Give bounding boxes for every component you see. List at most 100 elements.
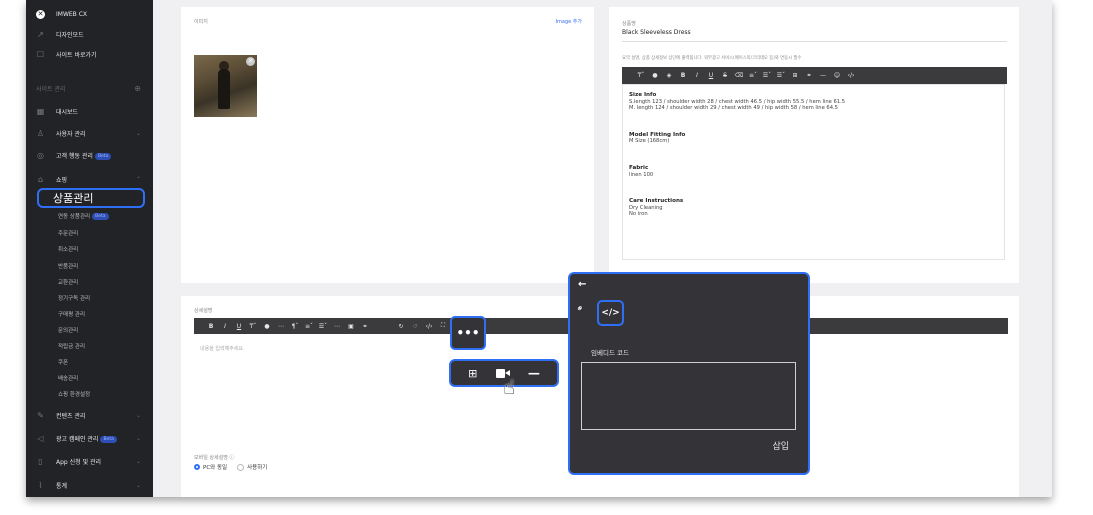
image-icon[interactable]: ▣ <box>345 323 357 330</box>
sidebar-subitem[interactable]: 문의관리 <box>58 326 78 334</box>
sidebar-item-customer-behavior[interactable]: ◎ 고객 행동 관리 Beta <box>26 147 153 163</box>
link-icon[interactable]: ⚭ <box>575 303 587 315</box>
paragraph-icon[interactable]: ¶ˇ <box>289 323 301 330</box>
link-icon[interactable]: ⚭ <box>359 323 371 330</box>
fullscreen-icon[interactable]: ⛶ <box>437 322 449 330</box>
hand-cursor-icon: ☝ <box>503 375 516 399</box>
bold-icon[interactable]: B <box>205 323 217 330</box>
sidebar-item-dashboard[interactable]: ▦ 대시보드 <box>26 103 153 119</box>
arrow-left-icon[interactable]: ← <box>578 279 586 290</box>
sidebar-subitem[interactable]: 구매평 관리 <box>58 310 85 318</box>
sidebar-item-ad-campaign[interactable]: ◁ 광고 캠페인 관리 Beta ⌄ <box>26 430 153 446</box>
section-title: Size Info <box>629 92 657 98</box>
sidebar-item-shopping[interactable]: ⌂ 쇼핑 ⌃ <box>26 171 153 187</box>
code-icon[interactable]: ‹/› <box>845 72 857 79</box>
sidebar-subitem[interactable]: 반품관리 <box>58 262 78 270</box>
strikethrough-icon[interactable]: S <box>719 72 731 79</box>
text-color-icon[interactable]: ● <box>649 72 661 79</box>
chevron-up-icon: ⌃ <box>135 175 141 183</box>
megaphone-icon: ◁ <box>37 433 44 443</box>
sidebar-item-go-site[interactable]: ☐ 사이트 바로가기 <box>26 46 153 62</box>
mobile-label-text: 모바일 상세설명 <box>194 455 228 461</box>
help-icon[interactable]: ⓘ <box>229 455 234 461</box>
align-icon[interactable]: ≡ˇ <box>747 72 759 79</box>
bold-icon[interactable]: B <box>677 72 689 79</box>
section-line: No iron <box>629 211 648 218</box>
sidebar-subitem[interactable]: 취소관리 <box>58 245 78 253</box>
detail-placeholder[interactable]: 내용을 입력해주세요. <box>200 345 245 352</box>
sidebar-item-stats[interactable]: ⌇ 통계 ⌄ <box>26 477 153 493</box>
link-icon[interactable]: ⚭ <box>803 72 815 79</box>
ordered-list-icon[interactable]: ☰ˇ <box>761 72 773 79</box>
sidebar-item-label: 쇼핑 <box>56 176 68 184</box>
add-image-link[interactable]: Image 추가 <box>556 18 582 25</box>
radio-same-label[interactable]: PC와 동일 <box>203 463 227 471</box>
underline-icon[interactable]: U <box>705 72 717 79</box>
font-size-icon[interactable]: ₸ˇ <box>247 323 259 330</box>
sidebar-subitem[interactable]: 쇼핑 환경설정 <box>58 390 90 398</box>
ellipsis-icon: ••• <box>456 326 480 340</box>
sidebar-item-label: 사용자 관리 <box>56 130 86 138</box>
code-icon[interactable]: ‹/› <box>423 323 435 330</box>
section-line: S.length 123 / shoulder width 28 / chest… <box>629 98 846 105</box>
undo-icon[interactable]: ↺ <box>409 323 421 330</box>
sidebar-item-design-mode[interactable]: ↗ 디자인모드 <box>26 26 153 42</box>
font-size-icon[interactable]: ₸ˇ <box>635 72 647 79</box>
insert-button[interactable]: 삽입 <box>772 439 789 452</box>
more-icon[interactable]: ⋯ <box>331 323 343 330</box>
code-embed-button[interactable]: </> <box>597 300 624 326</box>
content-section-care: Care Instructions Dry Cleaning No iron <box>629 198 998 218</box>
list-icon[interactable]: ☰ˇ <box>317 323 329 330</box>
radio-use-label[interactable]: 사용하기 <box>247 463 267 471</box>
redo-icon[interactable]: ↻ <box>395 323 407 330</box>
horizontal-rule-icon[interactable]: — <box>528 366 540 380</box>
clear-format-icon[interactable]: ⌫ <box>733 72 745 79</box>
chevron-down-icon: ⌄ <box>135 411 141 419</box>
sidebar-subitem[interactable]: 쿠폰 <box>58 358 68 366</box>
sidebar-item-app[interactable]: ▯ App 신청 및 관리 ⌄ <box>26 453 153 469</box>
sidebar-subitem-linked-products[interactable]: 연동 상품관리 Beta <box>58 212 109 220</box>
highlight-icon[interactable]: ◈ <box>663 72 675 79</box>
radio-checked-icon[interactable] <box>194 464 200 470</box>
sidebar-subitem[interactable]: 교환관리 <box>58 278 78 286</box>
radio-unchecked-icon[interactable] <box>237 463 245 471</box>
sidebar-subitem[interactable]: 주문관리 <box>58 229 78 237</box>
align-icon[interactable]: ≡ˇ <box>303 323 315 330</box>
embed-code-popup: ← ⚭ </> 임베디드 코드 삽입 <box>568 272 810 475</box>
sidebar-subitem[interactable]: 배송관리 <box>58 374 78 382</box>
sidebar-item-users[interactable]: ♙ 사용자 관리 ⌄ <box>26 125 153 141</box>
ad-campaign-label: 광고 캠페인 관리 <box>56 435 99 443</box>
sidebar-subitem[interactable]: 정기구독 관리 <box>58 294 90 302</box>
embed-code-textarea[interactable] <box>581 362 796 430</box>
add-icon[interactable]: ⊕ <box>134 84 141 93</box>
sidebar-subitem[interactable]: 적립금 관리 <box>58 342 85 350</box>
product-name-field[interactable]: Black Sleeveless Dress <box>622 29 1007 42</box>
mobile-detail-label: 모바일 상세설명 ⓘ <box>194 454 234 461</box>
product-thumbnail[interactable]: ✕ <box>194 55 257 117</box>
more-icon[interactable]: ⋯ <box>275 323 287 330</box>
table-icon[interactable]: ⊞ <box>468 367 477 380</box>
sidebar-item-label: 컨텐츠 관리 <box>56 412 86 420</box>
sidebar-item-product-management[interactable]: 상품관리 <box>37 188 145 208</box>
summary-editor-content[interactable]: Size Info S.length 123 / shoulder width … <box>622 84 1005 260</box>
chevron-down-icon: ⌄ <box>135 434 141 442</box>
more-options-button[interactable]: ••• <box>450 316 486 350</box>
emoji-icon[interactable]: ☺ <box>831 72 843 79</box>
content-section-size: Size Info S.length 123 / shoulder width … <box>629 92 998 112</box>
italic-icon[interactable]: I <box>219 323 231 330</box>
bullet-list-icon[interactable]: ☰ˇ <box>775 72 787 79</box>
horizontal-rule-icon[interactable]: — <box>817 72 829 79</box>
code-icon: </> <box>601 308 620 318</box>
sidebar-item-content[interactable]: ✎ 컨텐츠 관리 ⌄ <box>26 407 153 423</box>
table-icon[interactable]: ⊞ <box>789 72 801 79</box>
brand-item[interactable]: ✕ IMWEB CX <box>26 6 153 22</box>
subitem-label: 연동 상품관리 <box>58 214 91 220</box>
italic-icon[interactable]: I <box>691 72 703 79</box>
content-section-fabric: Fabric linen 100 <box>629 165 998 178</box>
underline-icon[interactable]: U <box>233 323 245 330</box>
text-color-icon[interactable]: ● <box>261 323 273 330</box>
sidebar: ✕ IMWEB CX ↗ 디자인모드 ☐ 사이트 바로가기 사이트 관리 ⊕ ▦… <box>26 0 153 497</box>
section-title: Model Fitting Info <box>629 131 686 138</box>
sidebar-item-label: 고객 행동 관리 Beta <box>56 151 112 160</box>
remove-image-icon[interactable]: ✕ <box>246 57 255 66</box>
